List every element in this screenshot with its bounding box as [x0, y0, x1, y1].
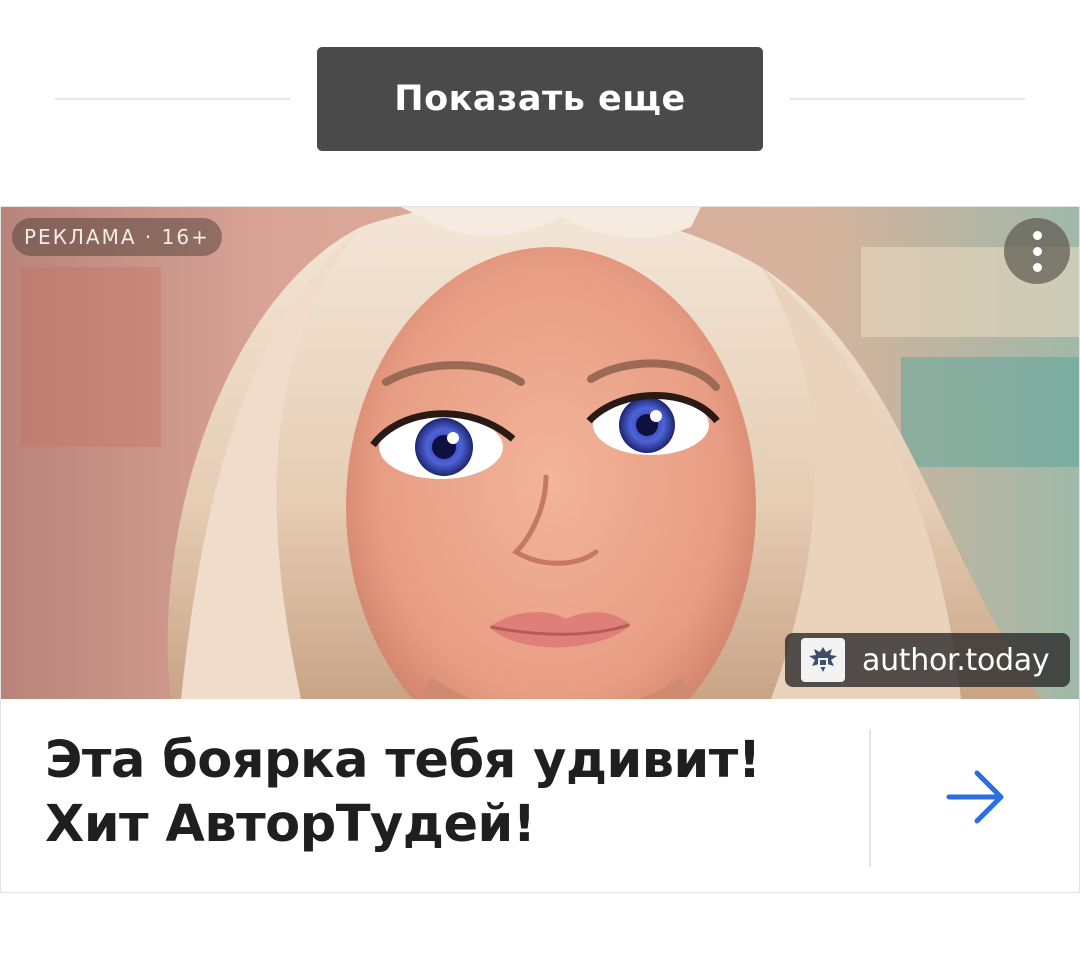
ad-separator	[869, 729, 871, 867]
ad-image[interactable]: РЕКЛАМА · 16+ author.today	[1, 207, 1079, 699]
ad-illustration	[1, 207, 1079, 699]
eagle-crest-icon	[801, 638, 845, 682]
more-vertical-icon[interactable]	[1004, 218, 1070, 284]
ad-headline[interactable]: Эта боярка тебя удивит! Хит АвторТудей!	[45, 729, 845, 857]
divider-left	[55, 98, 290, 100]
source-link[interactable]: author.today	[785, 633, 1070, 687]
divider-right	[790, 98, 1025, 100]
ad-label: РЕКЛАМА · 16+	[12, 218, 222, 256]
ad-card[interactable]: РЕКЛАМА · 16+ author.today Эта боярка те…	[0, 206, 1080, 893]
ad-body[interactable]: Эта боярка тебя удивит! Хит АвторТудей!	[1, 699, 1079, 892]
load-more-section: Показать еще	[0, 0, 1080, 200]
show-more-button[interactable]: Показать еще	[317, 47, 763, 151]
arrow-right-icon[interactable]	[931, 757, 1021, 837]
source-name: author.today	[862, 642, 1050, 678]
